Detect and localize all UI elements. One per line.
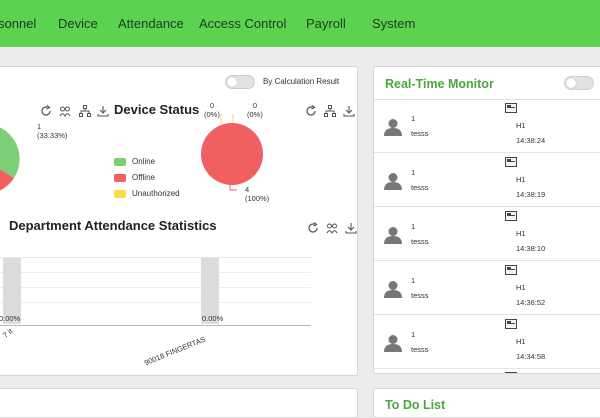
legend-offline-label: Offline bbox=[132, 173, 155, 182]
event-user-name: tesss bbox=[411, 291, 429, 300]
event-time: 14:38:19 bbox=[516, 190, 546, 199]
event-user-name: tesss bbox=[411, 345, 429, 354]
event-user-number: 1 bbox=[411, 168, 416, 177]
calculation-toggle[interactable] bbox=[225, 75, 255, 89]
refresh-icon[interactable] bbox=[40, 105, 52, 117]
event-user-name: tesss bbox=[411, 129, 429, 138]
device-icon bbox=[505, 265, 517, 275]
calculation-toggle-label: By Calculation Result bbox=[263, 77, 340, 86]
legend-online-label: Online bbox=[132, 157, 156, 166]
chart-gridline bbox=[0, 272, 311, 273]
event-user-number: 1 bbox=[411, 330, 416, 339]
group-icon[interactable] bbox=[59, 105, 71, 117]
event-user-number: 1 bbox=[411, 276, 416, 285]
event-user-name: tesss bbox=[411, 183, 429, 192]
nav-device[interactable]: Device bbox=[58, 16, 98, 31]
nav-payroll[interactable]: Payroll bbox=[306, 16, 346, 31]
nav-access-control[interactable]: Access Control bbox=[199, 16, 286, 31]
x-axis-label: 7 it bbox=[1, 326, 15, 340]
top-nav-bar: sonnel Device Attendance Access Control … bbox=[0, 0, 600, 47]
event-user-number: 1 bbox=[411, 222, 416, 231]
device-icon bbox=[505, 211, 517, 221]
download-icon[interactable] bbox=[345, 222, 357, 234]
x-axis-label: 90018 FINGERTAS bbox=[143, 334, 207, 368]
bottom-left-panel bbox=[0, 388, 358, 418]
refresh-icon[interactable] bbox=[307, 222, 319, 234]
nav-personnel[interactable]: sonnel bbox=[0, 16, 36, 31]
event-list: 1 tesss H1 14:38:24 1 tesss H1 14:38:19 … bbox=[374, 100, 600, 373]
event-time: 14:36:52 bbox=[516, 298, 546, 307]
event-row[interactable]: 1 tesss H1 14:36:52 bbox=[374, 262, 600, 315]
bar-value-label: 0.00% bbox=[0, 314, 21, 323]
event-time: 14:38:10 bbox=[516, 244, 546, 253]
pie-slice-label: 1 (33.33%) bbox=[37, 122, 67, 140]
legend-online-swatch bbox=[114, 158, 126, 166]
download-icon[interactable] bbox=[343, 105, 355, 117]
org-tree-icon[interactable] bbox=[79, 105, 91, 117]
pie-slice-offline bbox=[201, 123, 263, 185]
event-row[interactable]: 1 tesss H1 14:38:24 bbox=[374, 100, 600, 153]
org-tree-icon[interactable] bbox=[324, 105, 336, 117]
device-icon bbox=[505, 372, 517, 373]
realtime-monitor-panel: Real-Time Monitor 1 tesss H1 14:38:24 1 … bbox=[373, 66, 600, 374]
user-avatar-icon bbox=[384, 173, 402, 190]
pie-label-text: 1 (33.33%) bbox=[37, 122, 68, 140]
nav-system[interactable]: System bbox=[372, 16, 415, 31]
event-row[interactable]: 1 tesss H1 14:38:10 bbox=[374, 208, 600, 261]
realtime-monitor-title: Real-Time Monitor bbox=[385, 77, 494, 91]
event-time: 14:34:58 bbox=[516, 352, 546, 361]
pie-slice-online bbox=[0, 127, 20, 178]
event-row[interactable]: 1 tesss H1 14:34:58 bbox=[374, 316, 600, 369]
pie-leader-lines bbox=[220, 114, 234, 124]
device-icon bbox=[505, 157, 517, 167]
todo-list-title: To Do List bbox=[385, 398, 446, 412]
device-icon bbox=[505, 103, 517, 113]
event-device: H1 bbox=[516, 283, 526, 292]
device-status-title: Device Status bbox=[114, 102, 200, 117]
chart-gridline bbox=[0, 257, 311, 258]
chart-gridline bbox=[0, 287, 311, 288]
event-device: H1 bbox=[516, 121, 526, 130]
offline-value-label: 4 (100%) bbox=[245, 185, 270, 203]
event-user-number: 1 bbox=[411, 114, 416, 123]
chart-gridline bbox=[0, 302, 311, 303]
event-time: 14:38:24 bbox=[516, 136, 546, 145]
dashboard-panel: By Calculation Result 1 (33.33%) Device … bbox=[0, 66, 358, 376]
user-avatar-icon bbox=[384, 335, 402, 352]
event-device: H1 bbox=[516, 175, 526, 184]
device-icon bbox=[505, 319, 517, 329]
realtime-monitor-toggle[interactable] bbox=[564, 76, 594, 90]
department-stats-title: Department Attendance Statistics bbox=[9, 218, 217, 233]
group-icon[interactable] bbox=[326, 222, 338, 234]
legend-offline-swatch bbox=[114, 174, 126, 182]
device-status-pie-chart bbox=[201, 114, 263, 191]
refresh-icon[interactable] bbox=[305, 105, 317, 117]
event-row[interactable]: 1 tesss H1 14:38:19 bbox=[374, 154, 600, 207]
legend-unauthorized-label: Unauthorized bbox=[132, 189, 180, 198]
user-avatar-icon bbox=[384, 281, 402, 298]
nav-attendance[interactable]: Attendance bbox=[118, 16, 184, 31]
download-icon[interactable] bbox=[97, 105, 109, 117]
bar-value-label: 0.00% bbox=[202, 314, 224, 323]
event-user-name: tesss bbox=[411, 237, 429, 246]
todo-list-panel: To Do List bbox=[373, 388, 600, 418]
chart-x-axis bbox=[0, 325, 311, 326]
legend-unauthorized-swatch bbox=[114, 190, 126, 198]
user-avatar-icon bbox=[384, 227, 402, 244]
user-avatar-icon bbox=[384, 119, 402, 136]
event-device: H1 bbox=[516, 229, 526, 238]
event-device: H1 bbox=[516, 337, 526, 346]
